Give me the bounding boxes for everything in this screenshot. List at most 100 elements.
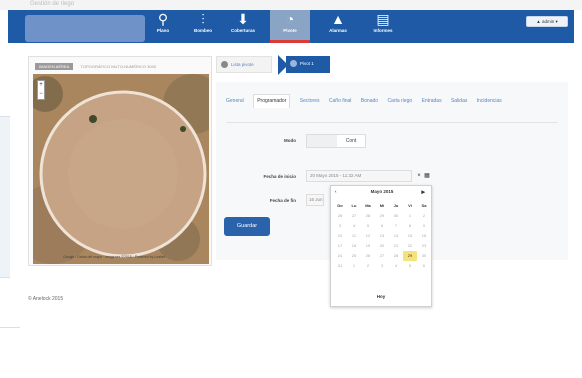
day-cell[interactable]: 27 [347,211,361,221]
day-cell[interactable]: 15 [403,231,417,241]
datepicker-popup: ‹ Mayo 2015 ▸ Do Lu Ma Mi Ju Vi Sa 26 27 28 29 30 1… [330,185,432,307]
prev-month-button[interactable]: ‹ [335,189,337,194]
tab-programador[interactable]: Programador [253,94,291,108]
fecha-inicio-label: Fecha de inicio [263,174,296,179]
breadcrumb-current: Pivot 1 [286,56,330,73]
day-cell[interactable]: 27 [375,251,389,261]
breadcrumb-current-label: Pivot 1 [300,61,314,66]
week-row: 24 25 26 27 28 29 30 [333,251,431,261]
zoom-out-button[interactable]: − [38,90,44,99]
nav-informes[interactable]: ▤ Informes [363,10,403,43]
day-cell[interactable]: 29 [375,211,389,221]
day-cell[interactable]: 24 [333,251,347,261]
nav-plano[interactable]: ⚲ Plano [143,10,183,43]
brand-logo[interactable] [25,15,145,42]
day-cell[interactable]: 5 [403,261,417,271]
bar-chart-icon: ▤ [376,11,390,27]
day-cell[interactable]: 21 [389,241,403,251]
day-cell[interactable]: 30 [417,251,431,261]
week-row: 10 11 12 13 14 15 16 [333,231,431,241]
day-cell[interactable]: 17 [333,241,347,251]
tab-sectores[interactable]: Sectores [300,95,320,108]
day-cell-selected[interactable]: 29 [403,251,417,261]
tab-entradas[interactable]: Entradas [422,95,442,108]
day-cell[interactable]: 1 [347,261,361,271]
satellite-map[interactable]: + − Google · Datos del mapa · Imágenes ©… [33,74,209,264]
day-cell[interactable]: 26 [333,211,347,221]
day-cell[interactable]: 3 [375,261,389,271]
fecha-inicio-input[interactable]: 20 Mayo 2015 - 11:32 AM [306,170,412,182]
datepicker-month[interactable]: Mayo 2015 [357,189,407,194]
day-cell[interactable]: 8 [403,221,417,231]
day-cell[interactable]: 30 [389,211,403,221]
save-button[interactable]: Guardar [224,217,270,236]
left-edge-band [0,116,10,278]
nav-bombeo[interactable]: ⫶ Bombeo [183,10,223,43]
day-cell[interactable]: 5 [361,221,375,231]
top-navbar: ⚲ Plano ⫶ Bombeo ⬇ Coberturas ◔ Pivote ▲ Alar… [8,10,574,43]
day-cell[interactable]: 2 [361,261,375,271]
day-cell[interactable]: 25 [347,251,361,261]
tab-salidas[interactable]: Salidas [451,95,467,108]
week-row: 31 1 2 3 4 5 6 [333,261,431,271]
day-cell[interactable]: 31 [333,261,347,271]
day-cell[interactable]: 20 [375,241,389,251]
map-card: IMAGEN AÉREA TOPOGRÁFICO MUTO-NUMÉRICO 3… [28,56,212,266]
day-cell[interactable]: 1 [403,211,417,221]
tab-general[interactable]: General [226,95,244,108]
day-cell[interactable]: 7 [389,221,403,231]
admin-user-button[interactable]: ▲ admin ▾ [526,16,568,27]
next-month-button[interactable]: ▸ [421,188,425,196]
weekday-row: Do Lu Ma Mi Ju Vi Sa [333,201,431,211]
breadcrumb-list-label: Lista pivote [231,62,254,67]
day-cell[interactable]: 22 [403,241,417,251]
nav-label: Informes [373,28,393,33]
fecha-fin-label: Fecha de fin [269,198,296,203]
day-cell[interactable]: 16 [417,231,431,241]
zoom-in-button[interactable]: + [38,81,44,90]
day-cell[interactable]: 13 [375,231,389,241]
day-cell[interactable]: 19 [361,241,375,251]
tab-cano-final[interactable]: Caño final [329,95,352,108]
day-cell[interactable]: 2 [417,211,431,221]
day-cell[interactable]: 28 [389,251,403,261]
day-cell[interactable]: 4 [347,221,361,231]
calendar-icon[interactable]: ▦ [422,170,432,182]
nav-pivote[interactable]: ◔ Pivote [270,10,310,43]
nav-alarmas[interactable]: ▲ Alarmas [318,10,358,43]
weekday: Sa [421,203,427,208]
map-tab-aerial[interactable]: IMAGEN AÉREA [35,63,74,70]
day-cell[interactable]: 10 [333,231,347,241]
day-cell[interactable]: 3 [333,221,347,231]
map-layer-tabs: IMAGEN AÉREA TOPOGRÁFICO MUTO-NUMÉRICO 3… [35,63,205,71]
tab-carta-riego[interactable]: Carta riego [387,95,412,108]
modo-toggle[interactable]: Cont [306,134,366,148]
nav-coberturas[interactable]: ⬇ Coberturas [223,10,263,43]
day-cell[interactable]: 6 [375,221,389,231]
day-cell[interactable]: 14 [389,231,403,241]
tab-bonado[interactable]: Bonado [361,95,378,108]
breadcrumb-list-link[interactable]: Lista pivote [216,56,272,73]
nav-label: Bombeo [194,28,212,33]
day-cell[interactable]: 9 [417,221,431,231]
download-icon: ⬇ [237,11,249,27]
fecha-fin-input[interactable]: 16 Jun [306,194,324,206]
weekday: Ma [365,203,371,208]
datepicker-grid: Do Lu Ma Mi Ju Vi Sa 26 27 28 29 30 1 2 3456789 10 11… [333,201,431,271]
today-button[interactable]: Hoy [331,294,431,299]
day-cell[interactable]: 28 [361,211,375,221]
map-tab-topographic[interactable]: TOPOGRÁFICO MUTO-NUMÉRICO 3000 [81,64,156,69]
day-cell[interactable]: 26 [361,251,375,261]
day-cell[interactable]: 11 [347,231,361,241]
week-row: 26 27 28 29 30 1 2 [333,211,431,221]
day-cell[interactable]: 12 [361,231,375,241]
tab-incidencias[interactable]: Incidencias [477,95,502,108]
day-cell[interactable]: 6 [417,261,431,271]
day-cell[interactable]: 18 [347,241,361,251]
toggle-off-side [307,135,337,147]
day-cell[interactable]: 23 [417,241,431,251]
weekday: Lu [351,203,357,208]
day-cell[interactable]: 4 [389,261,403,271]
tab-bar: General Programador Sectores Caño final … [226,94,566,108]
nav-label: Plano [156,28,170,33]
